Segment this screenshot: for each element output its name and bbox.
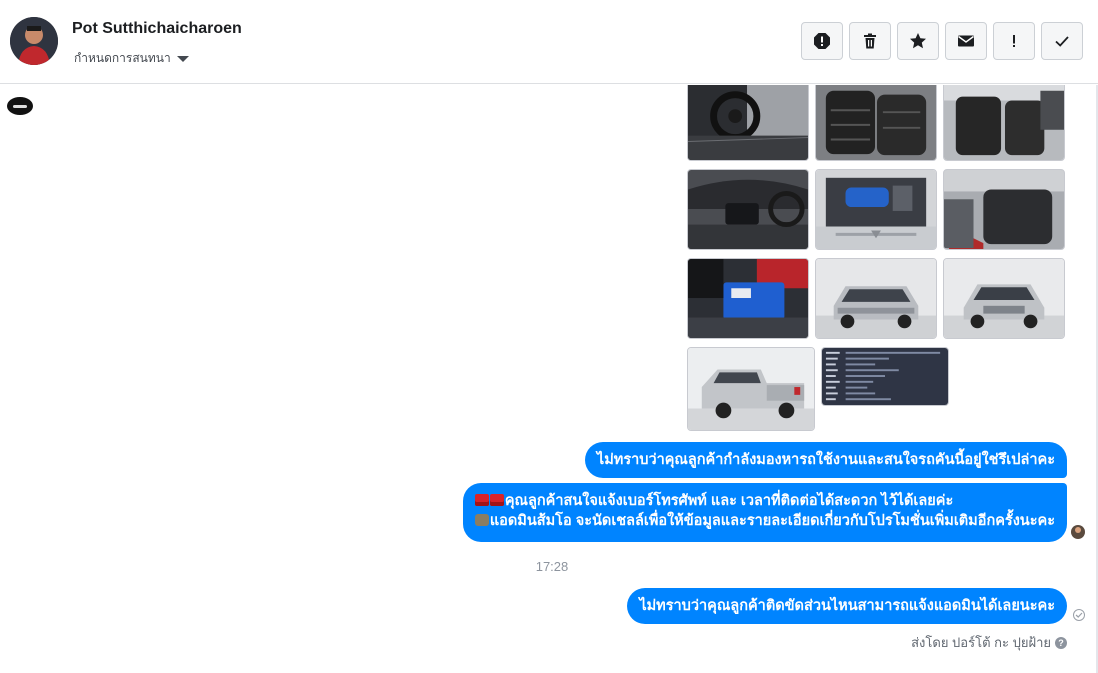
conversation-header: Pot Sutthichaicharoen กำหนดการสนทนา <box>0 0 1098 84</box>
message-line: แอดมินส้มโอ จะนัดเชลล์เพื่อให้ข้อมูลและร… <box>474 511 1055 531</box>
contact-avatar[interactable] <box>10 17 58 65</box>
sent-by-info: ส่งโดย ปอร์โต้ กะ ปุยฝ้าย ? <box>911 632 1067 653</box>
message-text: ไม่ทราบว่าคุณลูกค้ากำลังมองหารถใช้งานและ… <box>596 452 1055 468</box>
photo-interior-steering[interactable] <box>687 85 809 161</box>
conversation-status-label: กำหนดการสนทนา <box>74 51 171 65</box>
photo-engine[interactable] <box>815 169 937 250</box>
delete-button[interactable] <box>849 22 891 60</box>
caret-down-icon <box>176 56 189 62</box>
telephone-emoji-icon <box>474 494 489 506</box>
message-line: คุณลูกค้าสนใจแจ้งเบอร์โทรศัพท์ และ เวลาท… <box>474 491 1055 511</box>
mail-icon <box>958 35 974 47</box>
mark-unread-button[interactable] <box>945 22 987 60</box>
message-bubble[interactable]: คุณลูกค้าสนใจแจ้งเบอร์โทรศัพท์ และ เวลาท… <box>462 483 1067 542</box>
sent-by-text: ส่งโดย ปอร์โต้ กะ ปุยฝ้าย <box>911 635 1051 650</box>
messenger-window: Pot Sutthichaicharoen กำหนดการสนทนา ไม่ท… <box>0 0 1098 673</box>
message-text: แอดมินส้มโอ จะนัดเชลล์เพื่อให้ข้อมูลและร… <box>489 513 1055 529</box>
page-logo-avatar <box>7 97 33 115</box>
message-bubble[interactable]: ไม่ทราบว่าคุณลูกค้าติดขัดส่วนไหนสามารถแจ… <box>627 588 1067 624</box>
photo-front-view-2[interactable] <box>943 258 1065 339</box>
important-button[interactable] <box>993 22 1035 60</box>
photo-rear-seats[interactable] <box>943 169 1065 250</box>
mark-done-button[interactable] <box>1041 22 1083 60</box>
message-timestamp: 17:28 <box>535 559 569 574</box>
photo-front-view-1[interactable] <box>815 258 937 339</box>
exclamation-icon <box>1013 35 1015 47</box>
report-icon <box>814 33 830 49</box>
telephone-emoji-icon <box>489 494 504 506</box>
contact-name[interactable]: Pot Sutthichaicharoen <box>72 20 242 38</box>
people-emoji-icon <box>474 514 489 526</box>
report-button[interactable] <box>801 22 843 60</box>
star-button[interactable] <box>897 22 939 60</box>
star-icon <box>910 33 926 49</box>
seen-by-avatar <box>1071 525 1085 539</box>
photo-interior-seats-2[interactable] <box>943 85 1065 161</box>
message-thread[interactable]: ไม่ทราบว่าคุณลูกค้ากำลังมองหารถใช้งานและ… <box>0 85 1098 673</box>
photo-engine-battery[interactable] <box>687 258 809 339</box>
photo-rear-view[interactable] <box>687 347 815 431</box>
photo-info-card[interactable] <box>821 347 949 406</box>
message-text: ไม่ทราบว่าคุณลูกค้าติดขัดส่วนไหนสามารถแจ… <box>639 598 1055 614</box>
header-actions <box>801 22 1083 60</box>
message-text: คุณลูกค้าสนใจแจ้งเบอร์โทรศัพท์ และ เวลาท… <box>504 493 954 509</box>
trash-icon <box>864 33 876 49</box>
message-bubble[interactable]: ไม่ทราบว่าคุณลูกค้ากำลังมองหารถใช้งานและ… <box>584 442 1067 478</box>
conversation-status-dropdown[interactable]: กำหนดการสนทนา <box>74 49 189 68</box>
photo-interior-seats-1[interactable] <box>815 85 937 161</box>
checkmark-icon <box>1055 36 1069 47</box>
help-icon[interactable]: ? <box>1055 636 1067 649</box>
photo-dashboard[interactable] <box>687 169 809 250</box>
sent-check-icon <box>1073 609 1085 621</box>
